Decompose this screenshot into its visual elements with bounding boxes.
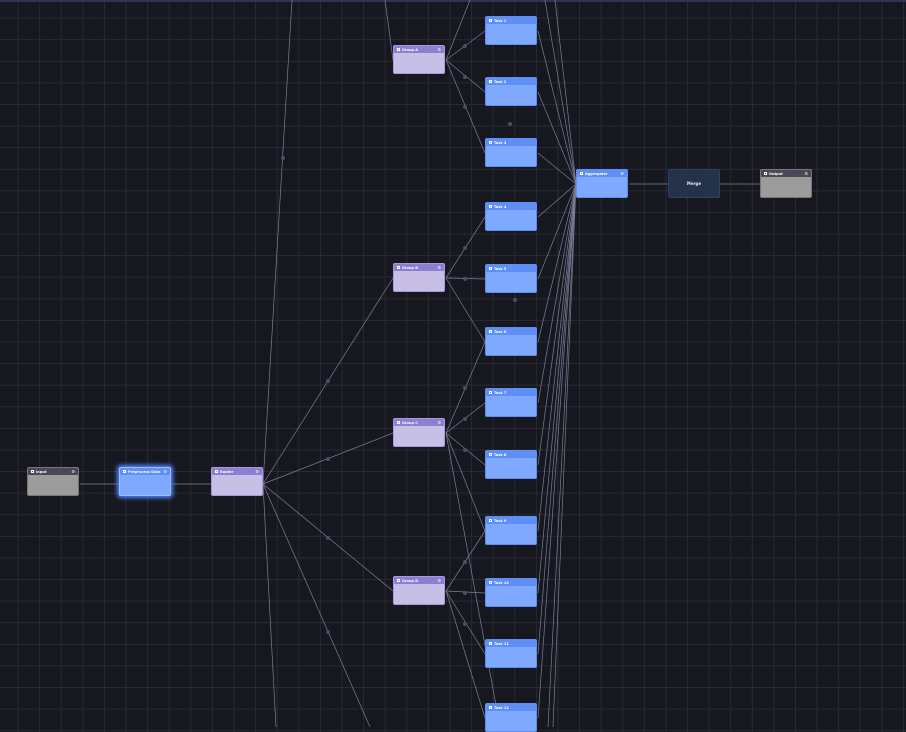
node-desc [212, 475, 262, 477]
node-desc [486, 396, 536, 398]
gear-icon[interactable]: ⚙ [437, 420, 441, 425]
node-task-6[interactable]: Task 6 [485, 327, 537, 356]
node-icon [397, 579, 400, 582]
node-icon [489, 141, 492, 144]
node-task-12[interactable]: Task 12 [485, 703, 537, 732]
node-task-10[interactable]: Task 10 [485, 578, 537, 607]
node-title: Task 11 [494, 641, 509, 646]
node-title: Task 3 [494, 140, 507, 145]
node-icon [215, 470, 218, 473]
output-port[interactable] [77, 482, 78, 485]
node-icon [489, 453, 492, 456]
node-title: Merge [686, 181, 702, 186]
node-desc [486, 24, 536, 26]
node-icon [489, 267, 492, 270]
node-title: Group B [402, 265, 418, 270]
gear-icon[interactable]: ⚙ [255, 469, 259, 474]
node-desc [394, 426, 444, 428]
node-icon [489, 330, 492, 333]
node-desc [486, 210, 536, 212]
node-title: Task 2 [494, 79, 507, 84]
node-task-3[interactable]: Task 3 [485, 138, 537, 167]
gear-icon[interactable]: ⚙ [437, 578, 441, 583]
node-icon [489, 205, 492, 208]
node-title: Task 8 [494, 452, 507, 457]
node-title: Output [769, 171, 783, 176]
gear-icon[interactable]: ⚙ [804, 171, 808, 176]
node-title: Group D [402, 578, 419, 583]
node-task-8[interactable]: Task 8 [485, 450, 537, 479]
node-task-1[interactable]: Task 1 [485, 16, 537, 45]
node-title: Task 4 [494, 204, 507, 209]
node-title: Task 5 [494, 266, 507, 271]
node-icon [397, 266, 400, 269]
node-task-5[interactable]: Task 5 [485, 264, 537, 293]
node-title: Aggregator [585, 171, 608, 176]
node-icon [489, 391, 492, 394]
node-icon [397, 421, 400, 424]
node-task-11[interactable]: Task 11 [485, 639, 537, 668]
node-title: Task 10 [494, 580, 509, 585]
node-title: Task 9 [494, 518, 507, 523]
node-title: Preprocess Data [128, 469, 161, 474]
node-merge[interactable]: Merge [668, 169, 720, 198]
node-title: Router [220, 469, 234, 474]
gear-icon[interactable]: ⚙ [437, 47, 441, 52]
node-desc [577, 177, 627, 179]
gear-icon[interactable]: ⚙ [437, 265, 441, 270]
node-desc [486, 586, 536, 588]
node-icon [489, 581, 492, 584]
node-icon [123, 470, 126, 473]
node-router[interactable]: Router ⚙ [211, 467, 263, 496]
node-icon [489, 519, 492, 522]
node-desc [486, 458, 536, 460]
node-icon [489, 19, 492, 22]
node-task-7[interactable]: Task 7 [485, 388, 537, 417]
node-title: Task 6 [494, 329, 507, 334]
node-task-4[interactable]: Task 4 [485, 202, 537, 231]
node-icon [489, 80, 492, 83]
node-title: Group A [402, 47, 418, 52]
node-group-c[interactable]: Group C ⚙ [393, 418, 445, 447]
gear-icon[interactable]: ⚙ [163, 469, 167, 474]
node-aggregator[interactable]: Aggregator ⚙ [576, 169, 628, 198]
node-task-9[interactable]: Task 9 [485, 516, 537, 545]
node-group-a[interactable]: Group A ⚙ [393, 45, 445, 74]
node-icon [764, 172, 767, 175]
node-desc [486, 272, 536, 274]
node-desc [486, 335, 536, 337]
node-desc [486, 711, 536, 713]
node-task-2[interactable]: Task 2 [485, 77, 537, 106]
node-title: Task 12 [494, 705, 509, 710]
node-desc [486, 647, 536, 649]
node-desc [120, 475, 170, 477]
node-icon [397, 48, 400, 51]
node-icon [489, 642, 492, 645]
node-output[interactable]: Output ⚙ [760, 169, 812, 198]
node-desc [486, 146, 536, 148]
node-desc [394, 584, 444, 586]
gear-icon[interactable]: ⚙ [71, 469, 75, 474]
node-group-d[interactable]: Group D ⚙ [393, 576, 445, 605]
node-desc [486, 524, 536, 526]
node-icon [580, 172, 583, 175]
node-icon [489, 706, 492, 709]
node-title: Input [36, 469, 47, 474]
node-title: Task 7 [494, 390, 507, 395]
node-title: Task 1 [494, 18, 507, 23]
node-title: Group C [402, 420, 418, 425]
connections-layer [80, 0, 760, 727]
node-group-b[interactable]: Group B ⚙ [393, 263, 445, 292]
node-icon [31, 470, 34, 473]
node-preprocess[interactable]: Preprocess Data ⚙ [119, 467, 171, 496]
input-port[interactable] [761, 184, 762, 187]
node-desc [394, 53, 444, 55]
node-desc [486, 85, 536, 87]
node-desc [394, 271, 444, 273]
gear-icon[interactable]: ⚙ [620, 171, 624, 176]
node-input[interactable]: Input ⚙ [27, 467, 79, 496]
